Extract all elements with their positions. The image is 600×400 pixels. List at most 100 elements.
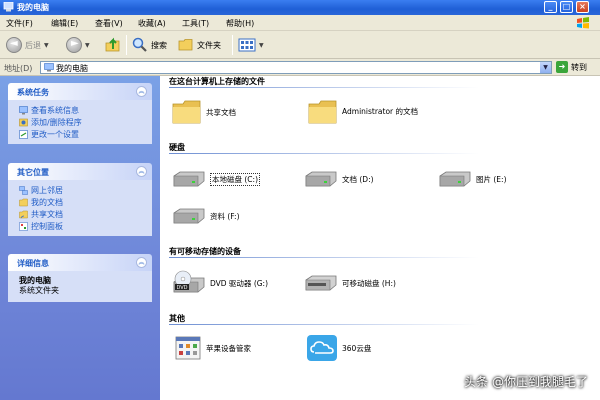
collapse-icon[interactable]: ︽: [136, 257, 147, 268]
search-icon: [132, 37, 147, 52]
place-network[interactable]: 网上邻居: [8, 184, 152, 196]
my-computer-icon: [44, 63, 54, 72]
place-label: 我的文档: [31, 197, 63, 207]
section-stored-files: 在这台计算机上存储的文件: [169, 77, 265, 86]
menu-file[interactable]: 文件(F): [6, 18, 33, 29]
place-shared-documents[interactable]: 共享文档: [8, 208, 152, 220]
panel-title: 系统任务: [17, 88, 49, 97]
hard-drive-icon: [439, 171, 471, 187]
cloud-icon: [307, 335, 337, 361]
section-hard-drives: 硬盘: [169, 143, 185, 152]
other-places-panel: 其它位置 ︽ 网上邻居 我的文档 共享文档 控制面板: [8, 163, 152, 236]
folder-icon: [178, 39, 193, 51]
folders-button[interactable]: 文件夹: [178, 36, 221, 54]
folders-label: 文件夹: [197, 40, 221, 50]
minimize-button[interactable]: _: [544, 1, 557, 13]
my-computer-icon: [3, 2, 14, 12]
shared-folder-icon: [19, 210, 28, 218]
back-label: 后退: [25, 40, 41, 50]
chevron-down-icon: ▼: [44, 41, 49, 49]
place-my-documents[interactable]: 我的文档: [8, 196, 152, 208]
views-icon: [238, 38, 256, 52]
go-label: 转到: [571, 62, 587, 72]
device-manager-icon: [175, 336, 201, 360]
item-label: 图片 (E:): [476, 174, 507, 184]
forward-arrow-icon: ►: [66, 37, 82, 53]
menu-bar: 文件(F) 编辑(E) 查看(V) 收藏(A) 工具(T) 帮助(H): [0, 15, 600, 31]
task-label: 更改一个设置: [31, 129, 79, 139]
details-type: 系统文件夹: [19, 286, 59, 295]
toolbar: ◄ 后退 ▼ ► ▼ 搜索 文件夹 ▼: [0, 31, 600, 59]
menu-view[interactable]: 查看(V): [95, 18, 123, 29]
address-label: 地址(D): [4, 64, 33, 73]
section-removable-storage: 有可移动存储的设备: [169, 247, 241, 256]
back-arrow-icon: ◄: [6, 37, 22, 53]
folder-icon: [308, 100, 337, 124]
search-label: 搜索: [151, 40, 167, 50]
drive-c[interactable]: 本地磁盘 (C:): [172, 170, 260, 188]
go-button[interactable]: ➜ 转到: [556, 61, 587, 73]
item-label: DVD 驱动器 (G:): [210, 278, 269, 288]
task-label: 查看系统信息: [31, 105, 79, 115]
network-icon: [19, 185, 28, 195]
place-label: 网上邻居: [31, 185, 63, 195]
360-cloud-drive[interactable]: 360云盘: [306, 334, 371, 362]
menu-help[interactable]: 帮助(H): [226, 18, 254, 29]
address-value: 我的电脑: [56, 64, 88, 73]
place-label: 共享文档: [31, 209, 63, 219]
collapse-icon[interactable]: ︽: [136, 166, 147, 177]
task-view-system-info[interactable]: 查看系统信息: [8, 104, 152, 116]
item-label: 可移动磁盘 (H:): [342, 278, 396, 288]
search-button[interactable]: 搜索: [132, 36, 167, 54]
shared-documents-folder[interactable]: 共享文档: [172, 99, 236, 125]
panel-header[interactable]: 其它位置 ︽: [8, 163, 152, 180]
address-bar: 地址(D) 我的电脑 ▼ ➜ 转到: [0, 59, 600, 76]
collapse-icon[interactable]: ︽: [136, 86, 147, 97]
item-label: 苹果设备管家: [206, 343, 251, 353]
drive-h-removable[interactable]: 可移动磁盘 (H:): [304, 274, 396, 292]
apple-device-manager[interactable]: 苹果设备管家: [174, 334, 251, 362]
forward-button[interactable]: ► ▼: [66, 36, 90, 54]
place-control-panel[interactable]: 控制面板: [8, 220, 152, 232]
place-label: 控制面板: [31, 221, 63, 231]
drive-f[interactable]: 资料 (F:): [172, 207, 240, 225]
panel-header[interactable]: 系统任务 ︽: [8, 83, 152, 100]
drive-g-dvd[interactable]: DVD DVD 驱动器 (G:): [172, 270, 268, 296]
task-label: 添加/删除程序: [31, 117, 82, 127]
hard-drive-icon: [305, 171, 337, 187]
item-label: 360云盘: [342, 343, 372, 353]
settings-icon: [19, 129, 28, 139]
panel-title: 其它位置: [17, 168, 49, 177]
task-pane: 系统任务 ︽ 查看系统信息 添加/删除程序 更改一个设置 其它位置 ︽ 网上邻居…: [0, 76, 160, 400]
administrator-documents-folder[interactable]: Administrator 的文档: [308, 99, 438, 125]
back-button[interactable]: ◄ 后退 ▼: [6, 36, 49, 54]
drive-d[interactable]: 文档 (D:): [304, 170, 374, 188]
menu-tools[interactable]: 工具(T): [182, 18, 209, 29]
info-icon: [19, 105, 28, 114]
views-button[interactable]: ▼: [238, 36, 264, 54]
close-button[interactable]: ×: [576, 1, 589, 13]
folder-icon: [19, 198, 28, 206]
folder-icon: [172, 100, 201, 124]
drive-e[interactable]: 图片 (E:): [438, 170, 507, 188]
up-folder-button[interactable]: [104, 36, 122, 54]
menu-edit[interactable]: 编辑(E): [51, 18, 78, 29]
address-input[interactable]: 我的电脑 ▼: [40, 61, 552, 74]
panel-title: 详细信息: [17, 259, 49, 268]
menu-favorites[interactable]: 收藏(A): [138, 18, 166, 29]
title-bar: 我的电脑 _ □ ×: [0, 0, 600, 15]
task-add-remove-programs[interactable]: 添加/删除程序: [8, 116, 152, 128]
chevron-down-icon: ▼: [85, 41, 90, 49]
maximize-button[interactable]: □: [560, 1, 573, 13]
removable-disk-icon: [305, 275, 337, 291]
file-list-pane: 在这台计算机上存储的文件 共享文档 Administrator 的文档 硬盘 本…: [160, 76, 600, 400]
programs-icon: [19, 118, 28, 126]
chevron-down-icon[interactable]: ▼: [540, 62, 551, 73]
panel-header[interactable]: 详细信息 ︽: [8, 254, 152, 271]
item-label: 共享文档: [206, 107, 236, 117]
go-arrow-icon: ➜: [556, 61, 568, 73]
task-change-setting[interactable]: 更改一个设置: [8, 128, 152, 140]
item-label: Administrator 的文档: [342, 107, 419, 116]
details-panel: 详细信息 ︽ 我的电脑 系统文件夹: [8, 254, 152, 302]
item-label: 文档 (D:): [342, 174, 374, 184]
